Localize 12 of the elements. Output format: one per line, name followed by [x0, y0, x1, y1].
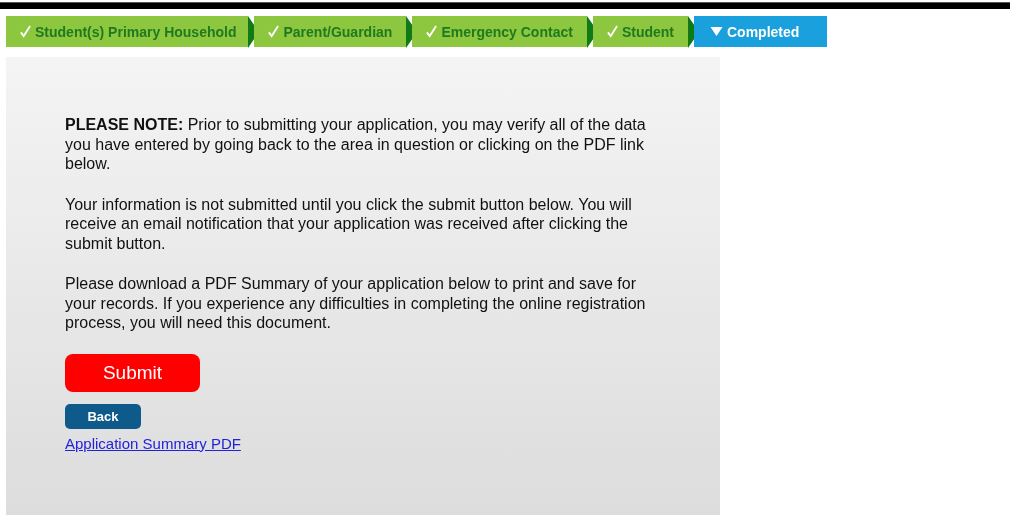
- back-button[interactable]: Back: [65, 403, 141, 429]
- checkmark-icon: [268, 25, 280, 38]
- summary-pdf-link[interactable]: Application Summary PDF: [65, 434, 241, 452]
- note-paragraph: Your information is not submitted until you click the submit button below. You will receive an email notification that your application was received after clicking the submit button.: [65, 194, 633, 253]
- down-triangle-icon: [710, 26, 723, 37]
- note-paragraph: PLEASE NOTE: Prior to submitting your application, you may verify all of the data you have entered by going back to the area in question or clicking on the PDF link below.: [65, 115, 647, 174]
- checkmark-icon: [606, 25, 618, 38]
- checkmark-icon: [20, 25, 31, 38]
- note-paragraph: Please download a PDF Summary of your application below to print and save for your records. If you experience any difficulties in completing the online registration process, you will need this document.: [65, 274, 647, 333]
- checkmark-icon: [426, 25, 438, 38]
- progress-step: Completed: [694, 16, 828, 47]
- submit-button[interactable]: Submit: [65, 353, 200, 392]
